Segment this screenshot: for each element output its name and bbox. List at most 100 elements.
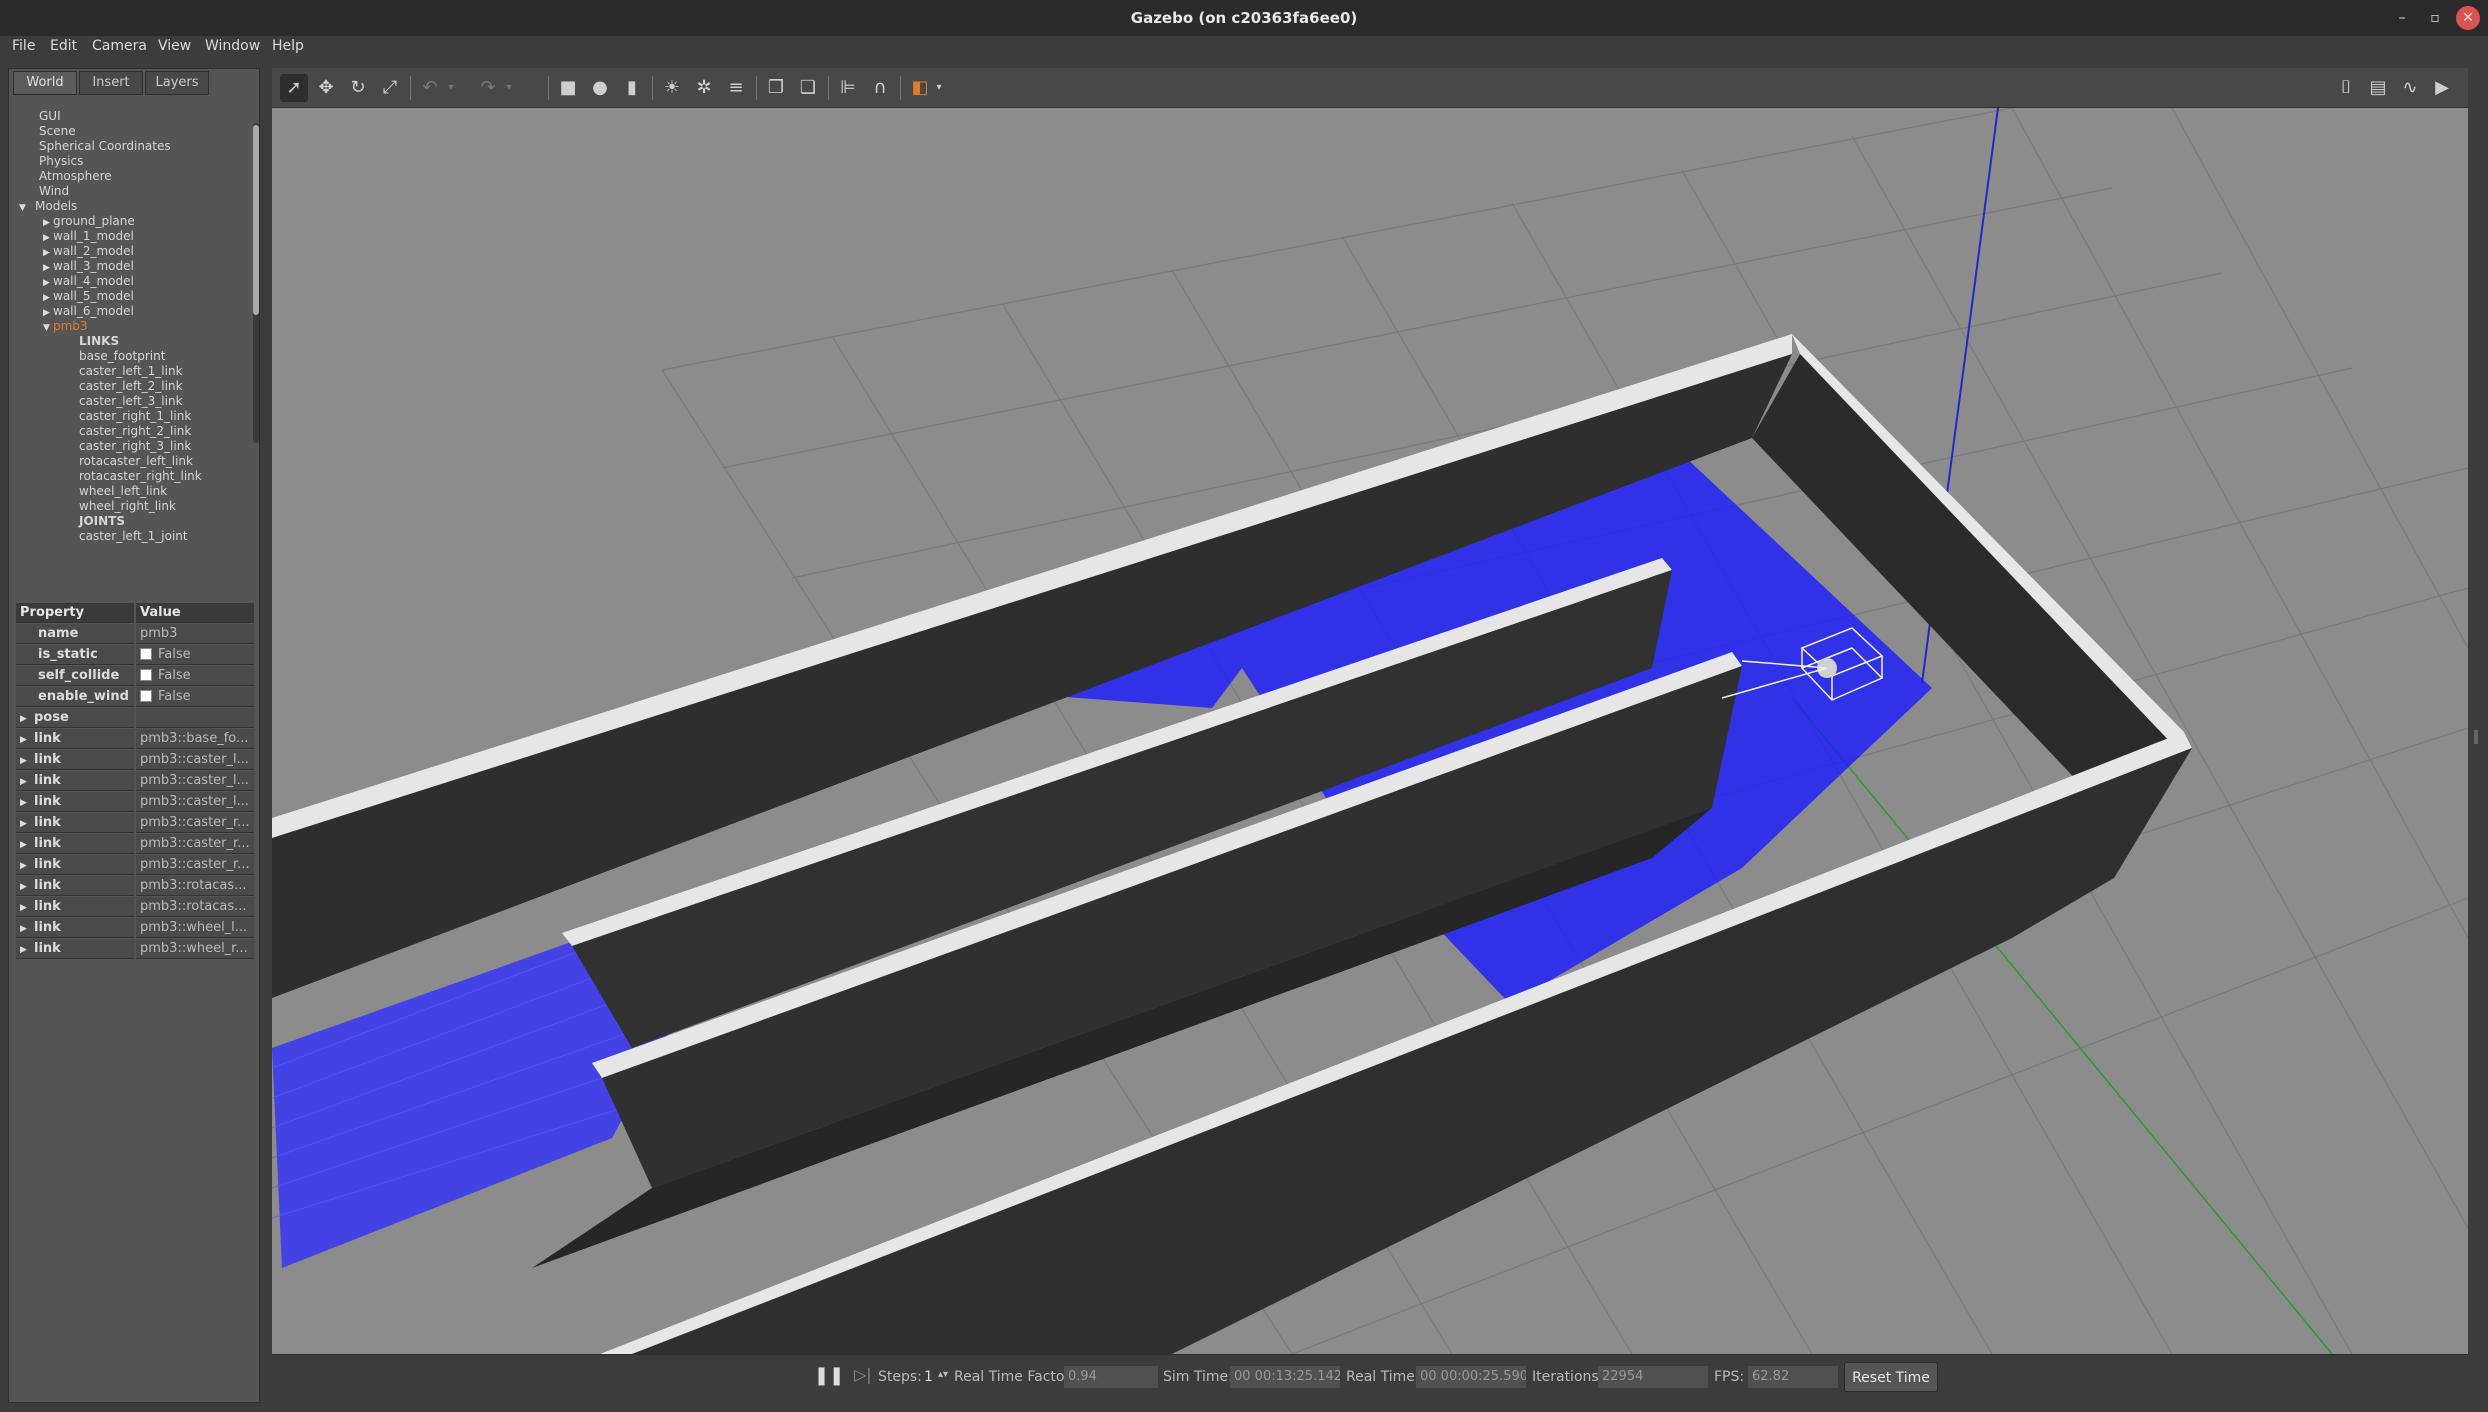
snap-icon[interactable]: ∩ [866,74,894,102]
select-mode-icon[interactable]: ➚ [280,74,308,102]
self-collide-checkbox[interactable] [140,669,152,681]
tree-item-model[interactable]: ▶ wall_4_model [43,274,134,289]
tree-item-scene[interactable]: Scene [39,124,76,139]
property-row[interactable]: ▶ link pmb3::wheel_l... [16,918,254,938]
menu-window[interactable]: Window [205,38,260,54]
tree-item-link[interactable]: caster_right_2_link [79,424,191,439]
tree-item-joint[interactable]: caster_left_1_joint [79,529,188,544]
tree-item-atmosphere[interactable]: Atmosphere [39,169,112,184]
menu-camera[interactable]: Camera [92,38,147,54]
collapsed-arrow-icon[interactable]: ▶ [20,835,30,855]
redo-dropdown-icon[interactable]: ▾ [502,74,516,102]
collapsed-arrow-icon[interactable]: ▶ [20,709,30,729]
tree-item-link[interactable]: caster_left_3_link [79,394,183,409]
name-field[interactable]: pmb3 [136,624,254,644]
tree-item-link[interactable]: caster_left_1_link [79,364,183,379]
splitter-handle[interactable] [2474,730,2478,744]
collapsed-arrow-icon[interactable]: ▶ [20,793,30,813]
plot-icon[interactable]: ∿ [2396,74,2424,102]
change-view-icon[interactable]: ◧ [906,74,934,102]
property-row[interactable]: ▶ link pmb3::rotacas... [16,876,254,896]
property-row[interactable]: ▶ link pmb3::caster_r... [16,813,254,833]
tree-item-link[interactable]: caster_left_2_link [79,379,183,394]
collapsed-arrow-icon[interactable]: ▶ [20,814,30,834]
collapsed-arrow-icon[interactable]: ▶ [20,751,30,771]
tree-item-link[interactable]: caster_right_1_link [79,409,191,424]
pause-icon[interactable]: ❚❚ [814,1365,844,1386]
reset-time-button[interactable]: Reset Time [1844,1362,1938,1392]
box-shape-icon[interactable]: ■ [554,74,582,102]
tree-item-model[interactable]: ▶ ground_plane [43,214,135,229]
point-light-icon[interactable]: ☀ [658,74,686,102]
tab-world[interactable]: World [13,71,77,95]
collapsed-arrow-icon[interactable]: ▶ [20,919,30,939]
collapsed-arrow-icon[interactable]: ▶ [20,877,30,897]
scene-render[interactable] [272,108,2468,1354]
collapsed-arrow-icon[interactable]: ▶ [20,898,30,918]
tree-item-link[interactable]: caster_right_3_link [79,439,191,454]
scale-mode-icon[interactable]: ⤢ [376,74,404,102]
log-icon[interactable]: ▤ [2364,74,2392,102]
paste-icon[interactable]: ❏ [794,74,822,102]
rotate-mode-icon[interactable]: ↻ [344,74,372,102]
tree-item-link[interactable]: rotacaster_right_link [79,469,202,484]
undo-icon[interactable]: ↶ [416,74,444,102]
collapsed-arrow-icon[interactable]: ▶ [20,730,30,750]
property-row[interactable]: ▶ link pmb3::caster_r... [16,834,254,854]
tree-item-model[interactable]: ▶ wall_1_model [43,229,134,244]
cylinder-shape-icon[interactable]: ▮ [618,74,646,102]
tree-item-link[interactable]: wheel_right_link [79,499,176,514]
video-record-icon[interactable]: ▶ [2428,74,2456,102]
property-row[interactable]: ▶ link pmb3::caster_l... [16,792,254,812]
collapsed-arrow-icon[interactable]: ▶ [20,940,30,960]
property-row[interactable]: ▶ link pmb3::base_fo... [16,729,254,749]
tree-item-link[interactable]: base_footprint [79,349,165,364]
undo-dropdown-icon[interactable]: ▾ [444,74,458,102]
tree-item-link[interactable]: rotacaster_left_link [79,454,193,469]
screenshot-icon[interactable]: ⌷ [2332,74,2360,102]
redo-icon[interactable]: ↷ [474,74,502,102]
view-dropdown-icon[interactable]: ▾ [932,74,946,102]
tab-layers[interactable]: Layers [145,71,209,95]
close-icon[interactable]: ✕ [2456,6,2480,30]
tree-item-models[interactable]: ▼ Models [19,199,77,214]
menu-help[interactable]: Help [272,38,304,54]
menu-file[interactable]: File [12,38,35,54]
enable-wind-checkbox[interactable] [140,690,152,702]
property-row[interactable]: ▶ link pmb3::caster_r... [16,855,254,875]
menu-view[interactable]: View [158,38,191,54]
property-row[interactable]: ▶ link pmb3::caster_l... [16,750,254,770]
tree-item-model[interactable]: ▶ wall_5_model [43,289,134,304]
property-row[interactable]: ▶ pose [16,708,254,728]
directional-light-icon[interactable]: ≡ [722,74,750,102]
tree-item-model[interactable]: ▶ wall_3_model [43,259,134,274]
property-row[interactable]: ▶ link pmb3::caster_l... [16,771,254,791]
expanded-arrow-icon[interactable]: ▼ [19,201,29,216]
spot-light-icon[interactable]: ✲ [690,74,718,102]
tree-item-wind[interactable]: Wind [39,184,69,199]
tree-item-spherical-coordinates[interactable]: Spherical Coordinates [39,139,171,154]
menu-edit[interactable]: Edit [50,38,77,54]
sphere-shape-icon[interactable]: ● [586,74,614,102]
steps-value[interactable]: 1 [924,1369,933,1385]
maximize-icon[interactable]: ▫ [2423,6,2447,30]
tree-item-link[interactable]: wheel_left_link [79,484,167,499]
tree-scrollbar-thumb[interactable] [253,125,259,315]
steps-spinner-icon[interactable]: ▴▾ [938,1369,948,1380]
tree-item-selected-model[interactable]: ▼ pmb3 [43,319,88,334]
scene-viewport[interactable] [272,108,2468,1354]
tree-item-model[interactable]: ▶ wall_2_model [43,244,134,259]
expanded-arrow-icon[interactable]: ▼ [43,321,53,336]
tree-item-gui[interactable]: GUI [39,109,61,124]
property-row[interactable]: ▶ link pmb3::wheel_r... [16,939,254,959]
tree-item-physics[interactable]: Physics [39,154,83,169]
property-row[interactable]: ▶ link pmb3::rotacas... [16,897,254,917]
tab-insert[interactable]: Insert [79,71,143,95]
copy-icon[interactable]: ❐ [762,74,790,102]
step-icon[interactable]: ▷| [854,1365,872,1384]
translate-mode-icon[interactable]: ✥ [312,74,340,102]
collapsed-arrow-icon[interactable]: ▶ [20,856,30,876]
align-icon[interactable]: ⊫ [834,74,862,102]
collapsed-arrow-icon[interactable]: ▶ [20,772,30,792]
tree-item-model[interactable]: ▶ wall_6_model [43,304,134,319]
